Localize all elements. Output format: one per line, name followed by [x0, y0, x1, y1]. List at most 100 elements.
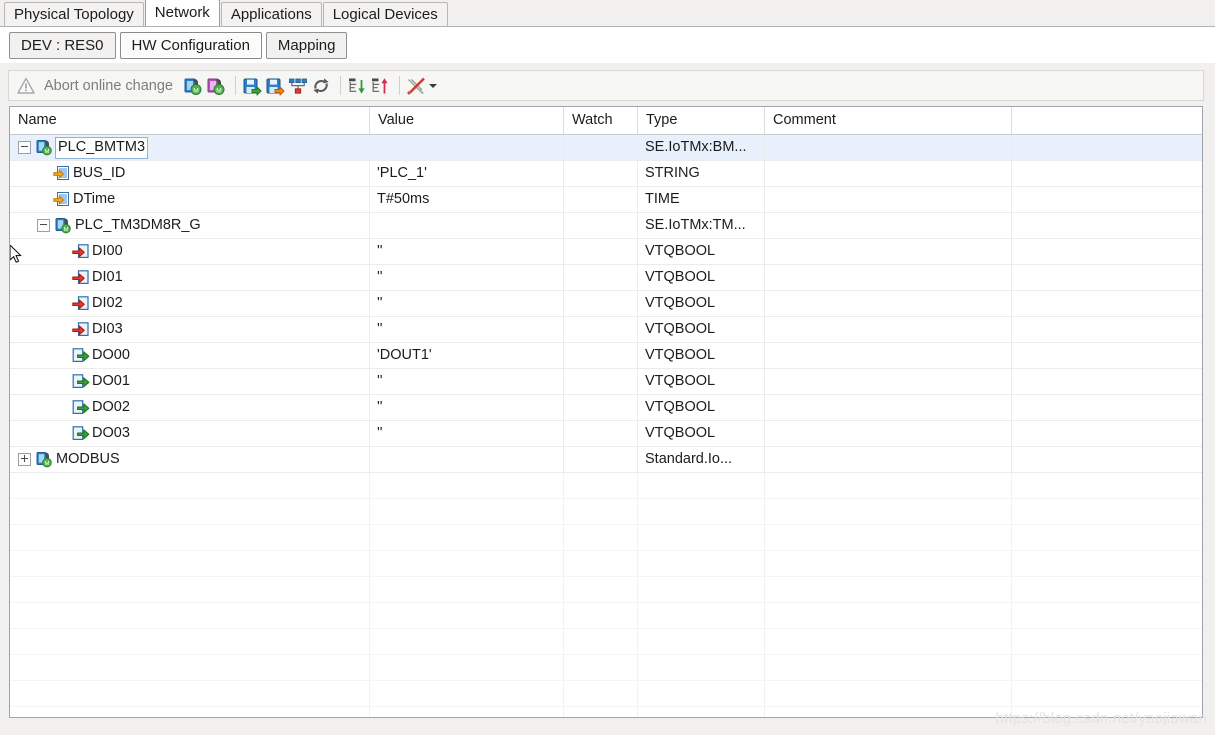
grid-cell-value[interactable]: ''	[370, 317, 564, 342]
tree-node[interactable]: MPLC_TM3DM8R_G	[10, 213, 370, 238]
tree-node[interactable]: MMODBUS	[10, 447, 370, 472]
build-download-icon[interactable]	[242, 73, 262, 98]
grid-cell-value[interactable]: ''	[370, 265, 564, 290]
table-row[interactable]: DI03 '' VTQBOOL	[10, 317, 1202, 343]
grid-cell-type[interactable]: VTQBOOL	[638, 343, 765, 368]
grid-cell-watch[interactable]	[564, 447, 638, 472]
table-row[interactable]: MPLC_BMTM3 SE.IoTMx:BM...	[10, 135, 1202, 161]
grid-cell-watch[interactable]	[564, 265, 638, 290]
grid-cell-value[interactable]: 'DOUT1'	[370, 343, 564, 368]
grid-cell-comment[interactable]	[765, 213, 1012, 238]
grid-column-header-name[interactable]: Name	[10, 107, 370, 134]
table-row[interactable]: DTime T#50ms TIME	[10, 187, 1202, 213]
main-tab-physical-topology[interactable]: Physical Topology	[4, 2, 144, 26]
grid-cell-comment[interactable]	[765, 369, 1012, 394]
grid-cell-type[interactable]: VTQBOOL	[638, 239, 765, 264]
grid-cell-type[interactable]: VTQBOOL	[638, 317, 765, 342]
grid-body[interactable]: MPLC_BMTM3 SE.IoTMx:BM... BUS_ID 'PLC_1' STR…	[10, 135, 1202, 718]
grid-column-header-comment[interactable]: Comment	[765, 107, 1012, 134]
grid-cell-watch[interactable]	[564, 291, 638, 316]
device-tree-grid[interactable]: NameValueWatchTypeComment MPLC_BMTM3SE.I…	[9, 106, 1203, 718]
grid-cell-comment[interactable]	[765, 421, 1012, 446]
grid-cell-watch[interactable]	[564, 421, 638, 446]
tree-node[interactable]: DI00	[10, 239, 370, 264]
tree-node-label[interactable]: DO02	[92, 395, 130, 420]
grid-cell-type[interactable]: VTQBOOL	[638, 395, 765, 420]
tree-node[interactable]: BUS_ID	[10, 161, 370, 186]
table-row[interactable]: DI01''VTQBOOL	[10, 265, 1202, 291]
sort-ascending-icon[interactable]	[370, 73, 390, 98]
grid-cell-value[interactable]: ''	[370, 369, 564, 394]
table-row-empty[interactable]	[10, 473, 1202, 499]
table-row[interactable]: MMODBUS Standard.Io...	[10, 447, 1202, 473]
table-row-empty[interactable]	[10, 577, 1202, 603]
grid-cell-type[interactable]: VTQBOOL	[638, 291, 765, 316]
tree-node-label[interactable]: DI02	[92, 291, 123, 316]
grid-cell-type[interactable]: SE.IoTMx:TM...	[638, 213, 765, 238]
tools-icon[interactable]	[406, 73, 437, 98]
grid-cell-comment[interactable]	[765, 343, 1012, 368]
tree-node[interactable]: DTime	[10, 187, 370, 212]
table-row[interactable]: BUS_ID 'PLC_1' STRING	[10, 161, 1202, 187]
grid-cell-comment[interactable]	[765, 239, 1012, 264]
download-changes-icon[interactable]	[265, 73, 285, 98]
table-row[interactable]: MPLC_TM3DM8R_G SE.IoTMx:TM...	[10, 213, 1202, 239]
table-row-empty[interactable]	[10, 681, 1202, 707]
main-tab-network[interactable]: Network	[145, 0, 220, 26]
grid-cell-value[interactable]: T#50ms	[370, 187, 564, 212]
tree-node-label[interactable]: PLC_BMTM3	[55, 137, 148, 159]
table-row-empty[interactable]	[10, 629, 1202, 655]
grid-cell-comment[interactable]	[765, 395, 1012, 420]
sort-descending-icon[interactable]	[347, 73, 367, 98]
table-row[interactable]: DO02''VTQBOOL	[10, 395, 1202, 421]
grid-column-header-type[interactable]: Type	[638, 107, 765, 134]
table-row[interactable]: DI00 '' VTQBOOL	[10, 239, 1202, 265]
table-row-empty[interactable]	[10, 499, 1202, 525]
grid-cell-value[interactable]: 'PLC_1'	[370, 161, 564, 186]
tree-node-label[interactable]: DO03	[92, 421, 130, 446]
grid-cell-type[interactable]: VTQBOOL	[638, 265, 765, 290]
tree-node-label[interactable]: DO01	[92, 369, 130, 394]
grid-cell-watch[interactable]	[564, 369, 638, 394]
grid-cell-comment[interactable]	[765, 291, 1012, 316]
tree-node-label[interactable]: DTime	[73, 187, 115, 212]
tree-node[interactable]: DO03	[10, 421, 370, 446]
table-row-empty[interactable]	[10, 525, 1202, 551]
editor-tab-dev-res0[interactable]: DEV : RES0	[9, 32, 116, 59]
tree-node-label[interactable]: DI00	[92, 239, 123, 264]
main-tab-logical-devices[interactable]: Logical Devices	[323, 2, 448, 26]
grid-cell-comment[interactable]	[765, 161, 1012, 186]
tree-node-label[interactable]: PLC_TM3DM8R_G	[75, 213, 201, 238]
table-row[interactable]: DI02''VTQBOOL	[10, 291, 1202, 317]
table-row-empty[interactable]	[10, 655, 1202, 681]
main-tab-applications[interactable]: Applications	[221, 2, 322, 26]
tree-node-label[interactable]: DO00	[92, 343, 130, 368]
grid-cell-value[interactable]: ''	[370, 239, 564, 264]
tree-node-label[interactable]: DI03	[92, 317, 123, 342]
grid-cell-type[interactable]: Standard.Io...	[638, 447, 765, 472]
grid-cell-type[interactable]: SE.IoTMx:BM...	[638, 135, 765, 160]
grid-cell-type[interactable]: STRING	[638, 161, 765, 186]
grid-cell-type[interactable]: VTQBOOL	[638, 369, 765, 394]
tree-node[interactable]: DO00	[10, 343, 370, 368]
grid-cell-comment[interactable]	[765, 135, 1012, 160]
grid-cell-watch[interactable]	[564, 343, 638, 368]
tree-node-label[interactable]: MODBUS	[56, 447, 120, 472]
tree-node-label[interactable]: BUS_ID	[73, 161, 125, 186]
refresh-icon[interactable]	[311, 73, 331, 98]
grid-column-header-value[interactable]: Value	[370, 107, 564, 134]
tree-node[interactable]: MPLC_BMTM3	[10, 135, 370, 160]
grid-cell-watch[interactable]	[564, 395, 638, 420]
grid-cell-watch[interactable]	[564, 135, 638, 160]
grid-cell-watch[interactable]	[564, 317, 638, 342]
collapse-icon[interactable]	[37, 219, 50, 232]
grid-cell-watch[interactable]	[564, 161, 638, 186]
grid-cell-type[interactable]: VTQBOOL	[638, 421, 765, 446]
grid-cell-type[interactable]: TIME	[638, 187, 765, 212]
grid-cell-comment[interactable]	[765, 317, 1012, 342]
tree-node[interactable]: DI03	[10, 317, 370, 342]
add-device-icon[interactable]: M	[183, 73, 203, 98]
chevron-down-icon[interactable]	[429, 84, 437, 88]
grid-cell-comment[interactable]	[765, 447, 1012, 472]
grid-cell-value[interactable]	[370, 447, 564, 472]
